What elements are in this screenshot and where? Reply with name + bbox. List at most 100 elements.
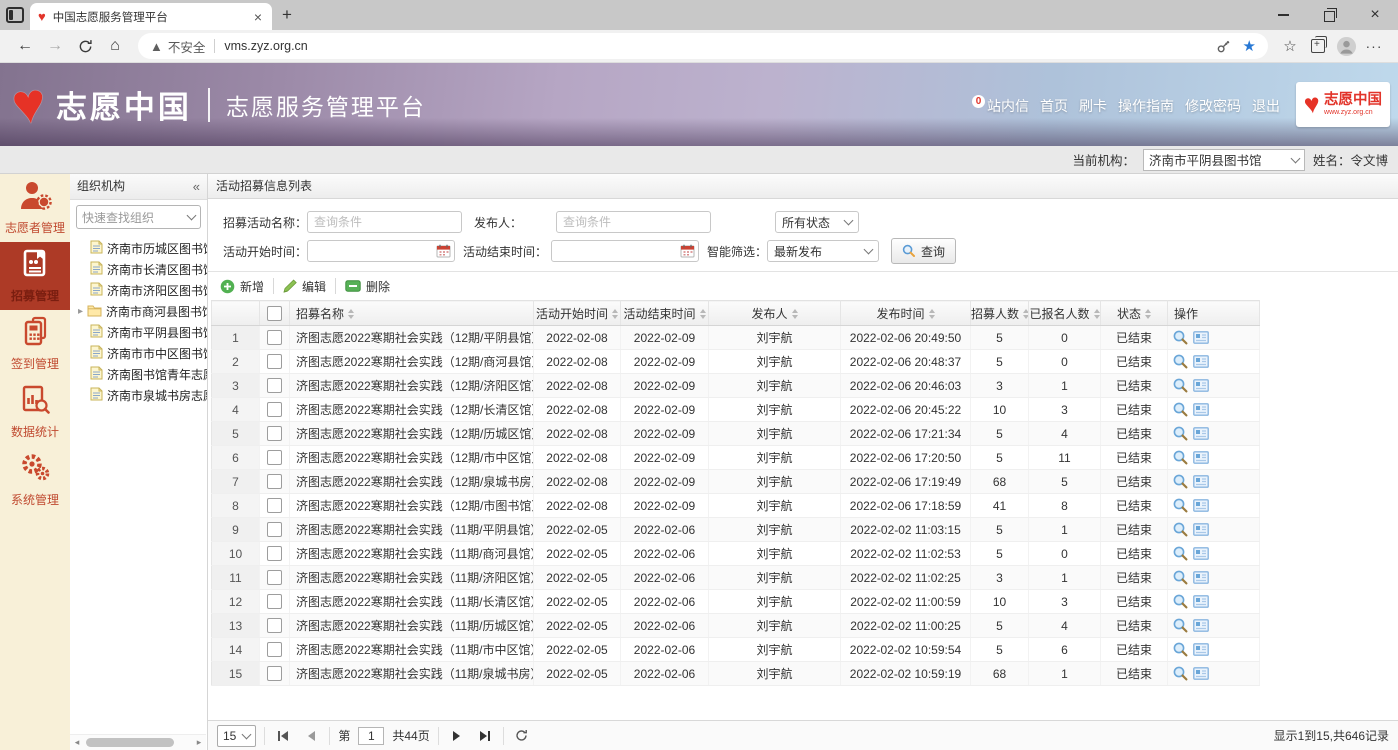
favorite-star-icon[interactable]: ★: [1243, 37, 1256, 55]
org-tree-item-5[interactable]: 济南市市中区图书馆: [90, 343, 207, 364]
add-button[interactable]: 新增: [220, 278, 264, 295]
view-detail-icon[interactable]: [1173, 642, 1188, 657]
row-checkbox[interactable]: [267, 642, 282, 657]
edit-button[interactable]: 编辑: [283, 278, 326, 295]
roster-card-icon[interactable]: [1193, 475, 1209, 488]
row-checkbox[interactable]: [267, 426, 282, 441]
column-header-1[interactable]: 活动开始时间: [534, 301, 621, 326]
roster-card-icon[interactable]: [1193, 451, 1209, 464]
view-detail-icon[interactable]: [1173, 354, 1188, 369]
view-detail-icon[interactable]: [1173, 474, 1188, 489]
roster-card-icon[interactable]: [1193, 355, 1209, 368]
activity-name-input[interactable]: [307, 211, 462, 233]
view-detail-icon[interactable]: [1173, 330, 1188, 345]
row-checkbox[interactable]: [267, 618, 282, 633]
table-row[interactable]: 10济图志愿2022寒期社会实践（11期/商河县馆）2022-02-052022…: [212, 542, 1260, 566]
address-bar[interactable]: ▲ 不安全 vms.zyz.org.cn ★: [138, 33, 1268, 59]
view-detail-icon[interactable]: [1173, 378, 1188, 393]
view-detail-icon[interactable]: [1173, 570, 1188, 585]
org-tree-item-6[interactable]: 济南图书馆青年志愿服: [90, 364, 207, 385]
tab-actions-button[interactable]: [0, 0, 30, 30]
banner-nav-link-2[interactable]: 刷卡: [1079, 96, 1107, 116]
scroll-right-icon[interactable]: ▸: [192, 737, 206, 748]
sidebar-item-volunteer-mgmt[interactable]: 志愿者管理: [0, 174, 70, 242]
roster-card-icon[interactable]: [1193, 403, 1209, 416]
minimize-button[interactable]: [1260, 0, 1306, 30]
roster-card-icon[interactable]: [1193, 547, 1209, 560]
table-row[interactable]: 13济图志愿2022寒期社会实践（11期/历城区馆）2022-02-052022…: [212, 614, 1260, 638]
refresh-button[interactable]: [70, 32, 100, 60]
org-tree-item-3[interactable]: ▸ 济南市商河县图书馆: [78, 301, 207, 322]
row-checkbox[interactable]: [267, 522, 282, 537]
scroll-left-icon[interactable]: ◂: [70, 737, 84, 748]
roster-card-icon[interactable]: [1193, 499, 1209, 512]
sidebar-item-system-mgmt[interactable]: 系统管理: [0, 446, 70, 514]
column-header-0[interactable]: 招募名称: [290, 301, 534, 326]
roster-card-icon[interactable]: [1193, 331, 1209, 344]
view-detail-icon[interactable]: [1173, 522, 1188, 537]
row-checkbox[interactable]: [267, 378, 282, 393]
table-row[interactable]: 6济图志愿2022寒期社会实践（12期/市中区馆）2022-02-082022-…: [212, 446, 1260, 470]
calendar-icon[interactable]: [436, 244, 451, 261]
table-row[interactable]: 7济图志愿2022寒期社会实践（12期/泉城书房）2022-02-082022-…: [212, 470, 1260, 494]
view-detail-icon[interactable]: [1173, 594, 1188, 609]
collapse-panel-icon[interactable]: «: [193, 174, 200, 199]
start-time-input[interactable]: [307, 240, 455, 262]
table-row[interactable]: 2济图志愿2022寒期社会实践（12期/商河县馆）2022-02-082022-…: [212, 350, 1260, 374]
home-button[interactable]: ⌂: [100, 32, 130, 60]
collections-icon[interactable]: [1304, 32, 1332, 60]
view-detail-icon[interactable]: [1173, 618, 1188, 633]
row-checkbox[interactable]: [267, 594, 282, 609]
view-detail-icon[interactable]: [1173, 666, 1188, 681]
banner-nav-link-4[interactable]: 修改密码: [1185, 96, 1241, 116]
new-tab-button[interactable]: +: [272, 0, 302, 30]
browser-tab[interactable]: ♥ 中国志愿服务管理平台 ×: [30, 3, 272, 30]
column-header-6[interactable]: 已报名人数: [1029, 301, 1101, 326]
page-number-input[interactable]: [358, 727, 384, 745]
prev-page-button[interactable]: [301, 726, 321, 746]
table-row[interactable]: 12济图志愿2022寒期社会实践（11期/长清区馆）2022-02-052022…: [212, 590, 1260, 614]
close-button[interactable]: ×: [1352, 0, 1398, 30]
delete-button[interactable]: 删除: [345, 278, 390, 295]
query-button[interactable]: 查询: [891, 238, 956, 264]
org-tree-item-0[interactable]: 济南市历城区图书馆: [90, 238, 207, 259]
roster-card-icon[interactable]: [1193, 667, 1209, 680]
sidebar-item-data-stats[interactable]: 数据统计: [0, 378, 70, 446]
favorites-bar-icon[interactable]: ☆: [1276, 32, 1304, 60]
profile-avatar[interactable]: [1332, 32, 1360, 60]
table-row[interactable]: 3济图志愿2022寒期社会实践（12期/济阳区馆）2022-02-082022-…: [212, 374, 1260, 398]
restore-button[interactable]: [1306, 0, 1352, 30]
row-checkbox[interactable]: [267, 570, 282, 585]
view-detail-icon[interactable]: [1173, 426, 1188, 441]
table-row[interactable]: 11济图志愿2022寒期社会实践（11期/济阳区馆）2022-02-052022…: [212, 566, 1260, 590]
sidebar-item-checkin-mgmt[interactable]: 签到管理: [0, 310, 70, 378]
row-checkbox[interactable]: [267, 546, 282, 561]
page-size-select[interactable]: 15: [217, 725, 256, 747]
table-row[interactable]: 8济图志愿2022寒期社会实践（12期/市图书馆）2022-02-082022-…: [212, 494, 1260, 518]
table-row[interactable]: 5济图志愿2022寒期社会实践（12期/历城区馆）2022-02-082022-…: [212, 422, 1260, 446]
sidebar-item-recruit-mgmt[interactable]: 招募管理: [0, 242, 70, 310]
view-detail-icon[interactable]: [1173, 546, 1188, 561]
roster-card-icon[interactable]: [1193, 523, 1209, 536]
password-key-icon[interactable]: [1216, 39, 1231, 54]
table-row[interactable]: 15济图志愿2022寒期社会实践（11期/泉城书房）2022-02-052022…: [212, 662, 1260, 686]
table-row[interactable]: 1济图志愿2022寒期社会实践（12期/平阴县馆）2022-02-082022-…: [212, 326, 1260, 350]
calendar-icon[interactable]: [680, 244, 695, 261]
org-tree-item-4[interactable]: 济南市平阴县图书馆: [90, 322, 207, 343]
column-header-5[interactable]: 招募人数: [971, 301, 1029, 326]
forward-button[interactable]: →: [40, 32, 70, 60]
scrollbar-thumb[interactable]: [86, 738, 174, 747]
current-org-select[interactable]: 济南市平阴县图书馆: [1143, 149, 1305, 171]
table-row[interactable]: 9济图志愿2022寒期社会实践（11期/平阴县馆）2022-02-052022-…: [212, 518, 1260, 542]
row-checkbox[interactable]: [267, 474, 282, 489]
banner-nav-link-5[interactable]: 退出: [1252, 96, 1280, 116]
org-tree-item-7[interactable]: 济南市泉城书房志愿者: [90, 385, 207, 406]
roster-card-icon[interactable]: [1193, 427, 1209, 440]
org-tree-item-2[interactable]: 济南市济阳区图书馆: [90, 280, 207, 301]
column-header-3[interactable]: 发布人: [709, 301, 841, 326]
org-tree-item-1[interactable]: 济南市长清区图书馆: [90, 259, 207, 280]
row-checkbox[interactable]: [267, 330, 282, 345]
view-detail-icon[interactable]: [1173, 402, 1188, 417]
row-checkbox[interactable]: [267, 498, 282, 513]
tree-horizontal-scrollbar[interactable]: ◂ ▸: [70, 734, 206, 750]
